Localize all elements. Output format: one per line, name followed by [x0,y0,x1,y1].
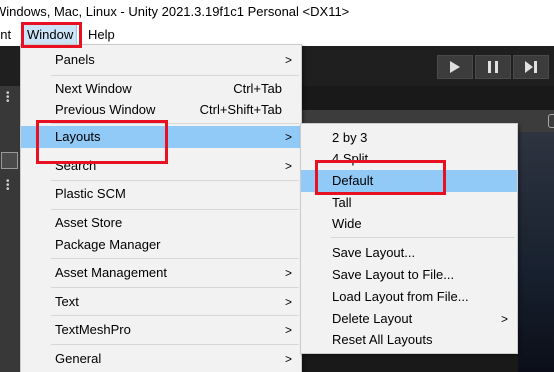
menu-item-label: Default [332,173,374,188]
menu-item-label: Save Layout to File... [332,267,455,282]
submenu-arrow-icon: > [284,130,292,144]
submenu-arrow-icon: > [284,159,292,173]
menu-item-label: Text [55,294,79,309]
menu-separator [51,315,299,316]
menu-item-label: General [55,351,102,366]
menu-item-label: Asset Management [55,265,168,280]
menu-item-layouts[interactable]: Layouts > [21,126,301,148]
menu-item-previous-window[interactable]: Previous Window Ctrl+Shift+Tab [21,99,301,121]
menu-item-label: Load Layout from File... [332,289,469,304]
menu-bar: ent Window Help [0,23,554,47]
menu-item-label: 4 Split [332,151,369,166]
menu-item-textmeshpro[interactable]: TextMeshPro > [21,319,301,341]
menu-separator [51,75,299,76]
menu-separator [331,237,515,238]
layout-item-save-layout-to-file[interactable]: Save Layout to File... [301,264,517,286]
menu-window[interactable]: Window [22,23,78,47]
menu-item-label: 2 by 3 [332,130,368,145]
menu-item-plastic-scm[interactable]: Plastic SCM [21,183,301,205]
menu-item-panels[interactable]: Panels > [21,49,301,71]
menu-separator [51,287,299,288]
layout-item-tall[interactable]: Tall [301,192,517,214]
layout-item-4-split[interactable]: 4 Split [301,148,517,170]
menu-separator [51,180,299,181]
step-button[interactable] [513,55,549,79]
menu-item-package-manager[interactable]: Package Manager [21,234,301,256]
menu-help[interactable]: Help [85,24,118,46]
menu-item-label: TextMeshPro [55,322,131,337]
menu-item-label: Package Manager [55,237,161,252]
menu-item-shortcut: Ctrl+Shift+Tab [199,102,282,117]
scene-gizmo-icon[interactable] [548,114,554,128]
menu-separator [51,258,299,259]
window-title-bar: Windows, Mac, Linux - Unity 2021.3.19f1c… [0,0,554,24]
pause-icon [488,61,498,73]
menu-item-shortcut: Ctrl+Tab [233,81,282,96]
playmode-controls [437,55,551,79]
scene-view[interactable] [518,132,554,372]
submenu-arrow-icon: > [284,352,292,366]
submenu-arrow-icon: > [284,295,292,309]
submenu-arrow-icon: > [284,323,292,337]
layouts-submenu: 2 by 3 4 Split Default Tall Wide Save La… [300,123,518,354]
menu-item-asset-management[interactable]: Asset Management > [21,262,301,284]
panel-menu-icon[interactable]: • • • [6,177,10,195]
layout-item-load-layout-from-file[interactable]: Load Layout from File... [301,286,517,308]
menu-item-label: Panels [55,52,95,67]
layout-item-default[interactable]: Default [301,170,517,192]
layout-item-reset-all-layouts[interactable]: Reset All Layouts [301,329,517,351]
menu-component[interactable]: ent [0,24,14,46]
menu-item-label: Next Window [55,81,132,96]
window-title: Windows, Mac, Linux - Unity 2021.3.19f1c… [0,4,350,19]
submenu-arrow-icon: > [284,53,292,67]
menu-item-label: Reset All Layouts [332,332,433,347]
menu-item-label: Search [55,158,97,173]
menu-item-label: Delete Layout [332,311,413,326]
panel-icon[interactable] [1,152,18,169]
pause-button[interactable] [475,55,511,79]
menu-separator [51,344,299,345]
submenu-arrow-icon: > [284,266,292,280]
menu-item-next-window[interactable]: Next Window Ctrl+Tab [21,78,301,100]
layout-item-delete-layout[interactable]: Delete Layout > [301,308,517,330]
menu-item-search[interactable]: Search > [21,155,301,177]
menu-separator [51,123,299,124]
play-icon [450,61,460,73]
menu-separator [51,209,299,210]
menu-item-label: Wide [332,216,362,231]
menu-item-general[interactable]: General > [21,348,301,370]
window-menu-dropdown: Panels > Next Window Ctrl+Tab Previous W… [20,44,302,372]
menu-item-label: Plastic SCM [55,186,126,201]
step-icon [525,61,537,73]
submenu-arrow-icon: > [500,312,508,326]
layout-item-wide[interactable]: Wide [301,213,517,235]
menu-item-text[interactable]: Text > [21,291,301,313]
menu-item-asset-store[interactable]: Asset Store [21,212,301,234]
layout-item-save-layout[interactable]: Save Layout... [301,242,517,264]
menu-item-label: Asset Store [55,215,123,230]
panel-menu-icon[interactable]: • • • [6,89,10,107]
layout-item-2-by-3[interactable]: 2 by 3 [301,127,517,149]
left-panel-strip: • • • • • • [0,86,22,372]
play-button[interactable] [437,55,473,79]
menu-item-label: Layouts [55,129,101,144]
menu-item-label: Tall [332,195,352,210]
menu-item-label: Save Layout... [332,245,416,260]
menu-item-label: Previous Window [55,102,156,117]
